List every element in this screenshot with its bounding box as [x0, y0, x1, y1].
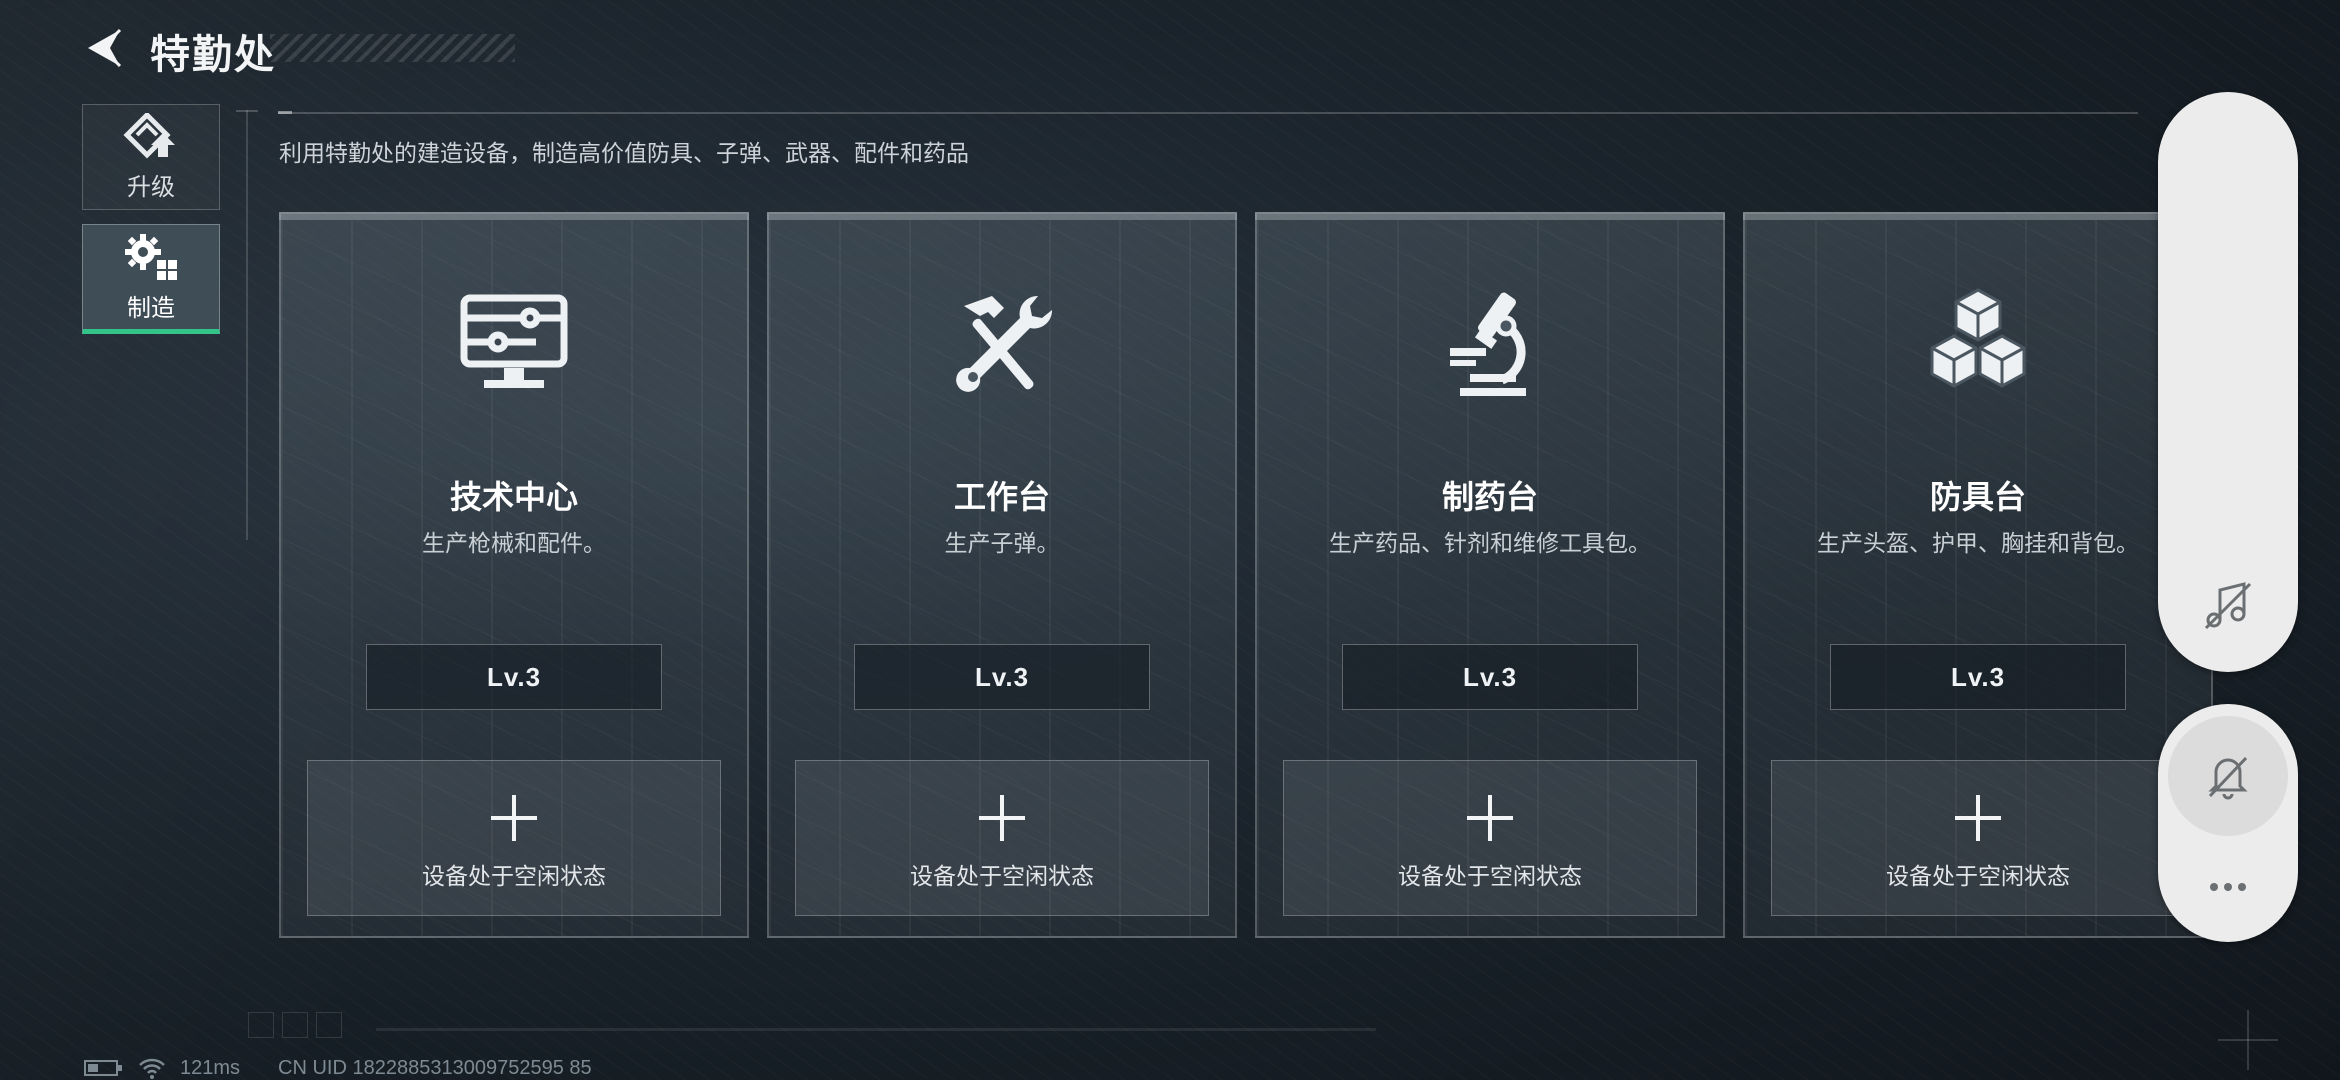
stacked-cubes-icon	[1930, 288, 2026, 388]
station-name: 防具台	[1929, 479, 2026, 515]
microscope-icon	[1450, 292, 1526, 396]
deco-square	[282, 1012, 308, 1038]
add-production-slot[interactable]: 设备处于空闲状态	[1771, 760, 2185, 916]
hammer-wrench-icon	[956, 295, 1053, 392]
add-production-slot[interactable]: 设备处于空闲状态	[795, 760, 1209, 916]
status-bar: 121ms CN UID 1822885313009752595 85	[84, 1056, 592, 1080]
notification-toggle[interactable]	[2168, 716, 2288, 836]
floating-panel	[2158, 92, 2298, 672]
wifi-icon	[139, 1058, 165, 1079]
station-name: 制药台	[1441, 479, 1538, 515]
plus-icon	[1955, 795, 2001, 841]
monitor-circuit-icon	[460, 294, 568, 388]
station-level: Lv.3	[1830, 644, 2126, 710]
station-description: 生产子弹。	[944, 530, 1060, 556]
section-description: 利用特勤处的建造设备，制造高价值防具、子弹、武器、配件和药品	[279, 140, 969, 166]
tab-make[interactable]: 制造	[82, 224, 220, 334]
station-description: 生产药品、针剂和维修工具包。	[1329, 530, 1651, 556]
tab-upgrade[interactable]: 升级	[82, 104, 220, 210]
station-card-tech-center[interactable]: 技术中心 生产枪械和配件。 Lv.3 设备处于空闲状态	[279, 212, 749, 938]
plus-icon	[1467, 795, 1513, 841]
crosshair-decoration	[2218, 1010, 2278, 1070]
deco-bar	[376, 1028, 1376, 1031]
slot-status-text: 设备处于空闲状态	[910, 863, 1094, 889]
bottom-decoration	[248, 1012, 1398, 1038]
slot-status-text: 设备处于空闲状态	[422, 863, 606, 889]
uid-text: CN UID 1822885313009752595 85	[278, 1056, 592, 1079]
station-name: 工作台	[953, 479, 1050, 515]
music-off-icon[interactable]	[2198, 576, 2258, 636]
add-production-slot[interactable]: 设备处于空闲状态	[1283, 760, 1697, 916]
vertical-divider	[246, 110, 248, 540]
station-level: Lv.3	[854, 644, 1150, 710]
station-card-armor[interactable]: 防具台 生产头盔、护甲、胸挂和背包。 Lv.3 设备处于空闲状态	[1743, 212, 2213, 938]
title-decoration	[270, 34, 515, 62]
station-card-workbench[interactable]: 工作台 生产子弹。 Lv.3 设备处于空闲状态	[767, 212, 1237, 938]
plus-icon	[979, 795, 1025, 841]
station-level: Lv.3	[1342, 644, 1638, 710]
station-card-pharmacy[interactable]: 制药台 生产药品、针剂和维修工具包。 Lv.3 设备处于空闲状态	[1255, 212, 1725, 938]
ping-text: 121ms	[180, 1056, 241, 1079]
upgrade-icon	[123, 112, 175, 159]
station-description: 生产头盔、护甲、胸挂和背包。	[1817, 530, 2139, 556]
floating-panel-lower	[2158, 704, 2298, 942]
slot-status-text: 设备处于空闲状态	[1398, 863, 1582, 889]
deco-square	[316, 1012, 342, 1038]
gear-blocks-icon	[125, 233, 177, 280]
slot-status-text: 设备处于空闲状态	[1886, 863, 2070, 889]
battery-icon	[84, 1060, 122, 1076]
more-icon[interactable]	[2198, 872, 2258, 902]
tab-make-label: 制造	[127, 294, 175, 322]
horizontal-divider	[278, 111, 2138, 114]
back-arrow-icon[interactable]	[80, 24, 128, 72]
deco-square	[248, 1012, 274, 1038]
station-description: 生产枪械和配件。	[422, 530, 606, 556]
bell-off-icon	[2208, 756, 2248, 800]
page-title: 特勤处	[150, 33, 276, 77]
station-name: 技术中心	[449, 479, 578, 515]
station-level: Lv.3	[366, 644, 662, 710]
plus-icon	[491, 795, 537, 841]
add-production-slot[interactable]: 设备处于空闲状态	[307, 760, 721, 916]
tab-upgrade-label: 升级	[127, 173, 175, 201]
